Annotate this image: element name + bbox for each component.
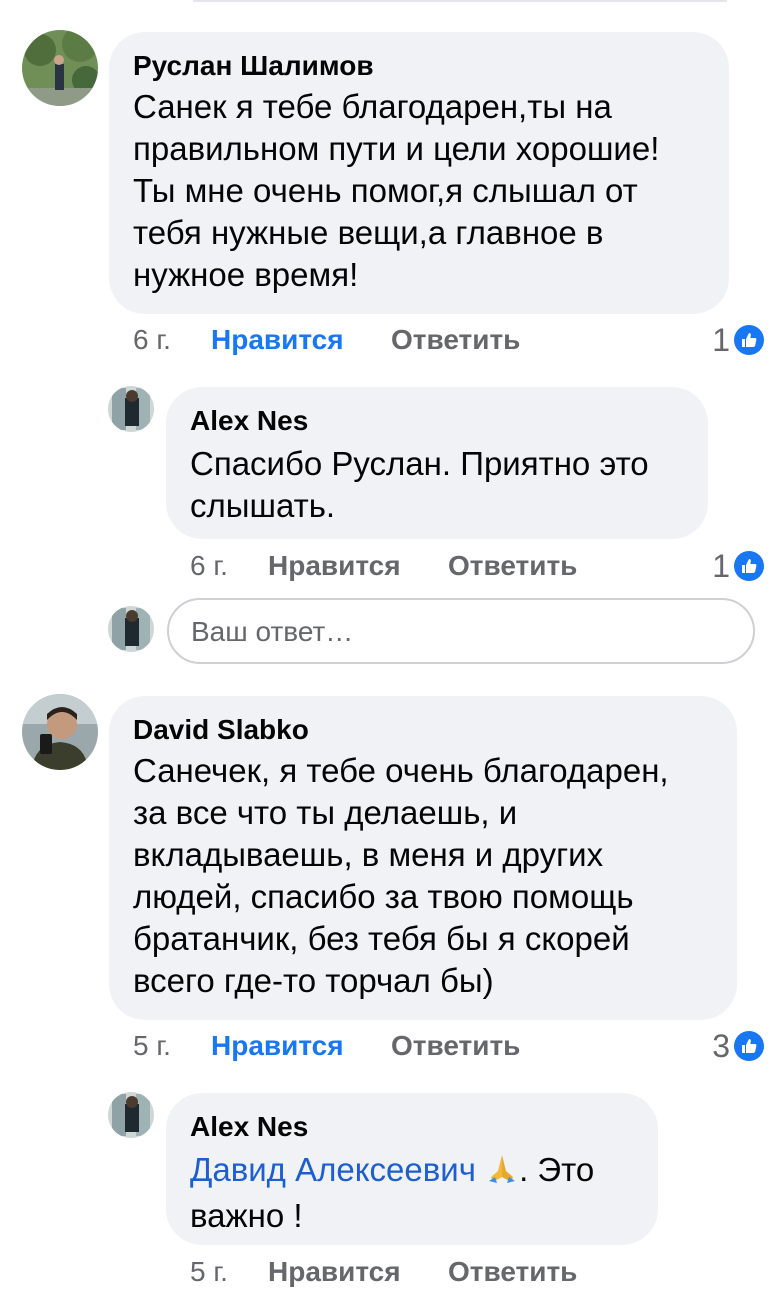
reply-author[interactable]: Alex Nes [190,1111,308,1143]
comment-text-line: тебя нужные вещи,а главное в [133,214,604,251]
reaction-count[interactable]: 1 [640,322,764,358]
reply-text: Давид Алексеевич . Это важно ! [190,1149,594,1237]
reaction-count-number: 1 [712,548,730,584]
reply-input-placeholder: Ваш ответ… [191,616,354,647]
comment-author[interactable]: Руслан Шалимов [133,50,374,82]
like-button[interactable]: Нравится [211,324,344,356]
comment-text-line: братанчик, без тебя бы я скорей [133,920,630,957]
thumbs-up-icon [734,325,764,355]
previous-comment-divider [193,0,727,2]
ruslan-avatar-photo-icon [22,30,98,106]
reply-button[interactable]: Ответить [391,1030,520,1062]
comment-text: Санек я тебе благодарен,ты на правильном… [133,86,659,296]
reply-input[interactable]: Ваш ответ… [167,598,755,664]
alex-avatar-photo-icon [108,1092,154,1138]
reaction-count-number: 3 [712,1028,730,1064]
reply-text-line: Спасибо Руслан. Приятно это [190,445,649,482]
mention-link[interactable]: Давид Алексеевич [190,1151,476,1188]
reply-author[interactable]: Alex Nes [190,405,308,437]
comment-text-line: Санечек, я тебе очень благодарен, [133,752,669,789]
david-avatar[interactable] [22,694,98,770]
alex-avatar[interactable] [108,386,154,432]
reply-text: Спасибо Руслан. Приятно это слышать. [190,443,649,527]
reaction-count-number: 1 [712,322,730,358]
comment-text-line: вкладываешь, в меня и других [133,836,604,873]
comment-time[interactable]: 6 г. [133,324,171,356]
reply-actions: 6 г. Нравится Ответить [190,550,710,586]
comment-text-line: Санек я тебе благодарен,ты на [133,88,612,125]
reaction-count[interactable]: 1 [640,548,764,584]
comment-text-line: людей, спасибо за твою помощь [133,878,634,915]
reply-text-line: Давид Алексеевич . Это [190,1149,594,1195]
current-user-avatar-photo-icon [108,606,154,652]
comment-text-line: правильном пути и цели хорошие! [133,130,660,167]
comment-text-line: Ты мне очень помог,я слышал от [133,172,638,209]
like-button[interactable]: Нравится [211,1030,344,1062]
alex-avatar-photo-icon [108,386,154,432]
reaction-count[interactable]: 3 [640,1028,764,1064]
like-button[interactable]: Нравится [268,550,401,582]
comment-text-line: нужное время! [133,256,359,293]
reply-text-line: важно ! [190,1197,303,1234]
pray-icon [485,1151,519,1195]
reply-text-line: слышать. [190,487,336,524]
like-button[interactable]: Нравится [268,1256,401,1288]
thumbs-up-icon [734,551,764,581]
reply-button[interactable]: Ответить [448,550,577,582]
reply-time[interactable]: 6 г. [190,550,228,582]
comment-author[interactable]: David Slabko [133,714,309,746]
david-avatar-photo-icon [22,694,98,770]
comment-text-line: всего где-то торчал бы) [133,962,494,999]
thumbs-up-icon [734,1031,764,1061]
reply-text-after-mention: . Это [519,1151,595,1188]
reply-button[interactable]: Ответить [448,1256,577,1288]
alex-avatar[interactable] [108,1092,154,1138]
current-user-avatar [108,606,154,652]
reply-actions: 5 г. Нравится Ответить [190,1256,710,1292]
reply-time[interactable]: 5 г. [190,1256,228,1288]
comment-text: Санечек, я тебе очень благодарен, за все… [133,750,669,1002]
reply-button[interactable]: Ответить [391,324,520,356]
comment-time[interactable]: 5 г. [133,1030,171,1062]
comment-text-line: за все что ты делаешь, и [133,794,518,831]
ruslan-avatar[interactable] [22,30,98,106]
